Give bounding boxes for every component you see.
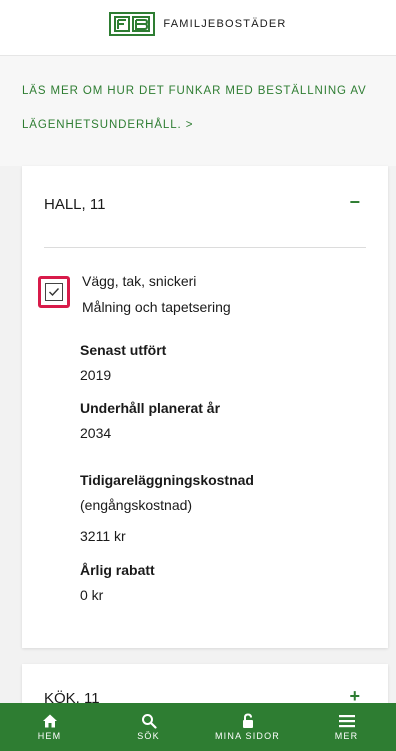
rebate-value: 0 kr	[80, 587, 104, 603]
app-header: FAMILJEBOSTÄDER	[0, 0, 396, 56]
room-card-hall: HALL, 11 − Vägg, tak, snickeri Målning o…	[22, 166, 388, 648]
last-done-label: Senast utfört	[80, 342, 167, 358]
divider	[44, 247, 366, 248]
planned-value: 2034	[80, 425, 112, 441]
last-done-value: 2019	[80, 367, 112, 383]
early-cost-note: (engångskostnad)	[80, 497, 193, 513]
brand-name: FAMILJEBOSTÄDER	[163, 17, 287, 30]
task-name: Målning och tapetsering	[82, 299, 231, 315]
room-title: HALL, 11	[44, 196, 106, 213]
nav-home-label: HEM	[37, 731, 62, 741]
nav-my-pages-label: MINA SIDOR	[214, 731, 280, 741]
brand-logo[interactable]: FAMILJEBOSTÄDER	[109, 11, 287, 36]
collapse-toggle[interactable]: −	[349, 190, 360, 214]
home-icon	[42, 714, 57, 728]
nav-more[interactable]: MER	[297, 703, 396, 751]
logo-mark-icon	[109, 11, 156, 36]
early-cost-value: 3211 kr	[80, 528, 126, 544]
info-link-maintenance[interactable]: LÄS MER OM HUR DET FUNKAR MED BESTÄLLNIN…	[22, 74, 382, 142]
task-checkbox[interactable]	[38, 276, 70, 308]
checkmark-icon	[45, 283, 63, 301]
lock-icon	[242, 713, 253, 728]
task-category: Vägg, tak, snickeri	[82, 273, 197, 289]
nav-search[interactable]: SÖK	[99, 703, 198, 751]
nav-my-pages[interactable]: MINA SIDOR	[198, 703, 297, 751]
nav-home[interactable]: HEM	[0, 703, 99, 751]
bottom-nav: HEM SÖK MINA SIDOR MER	[0, 703, 396, 751]
early-cost-label: Tidigareläggningskostnad	[80, 472, 254, 488]
rebate-label: Årlig rabatt	[80, 562, 155, 578]
search-icon	[141, 714, 157, 729]
menu-icon	[338, 715, 355, 728]
planned-label: Underhåll planerat år	[80, 400, 221, 416]
nav-more-label: MER	[334, 731, 359, 741]
nav-search-label: SÖK	[137, 731, 160, 741]
